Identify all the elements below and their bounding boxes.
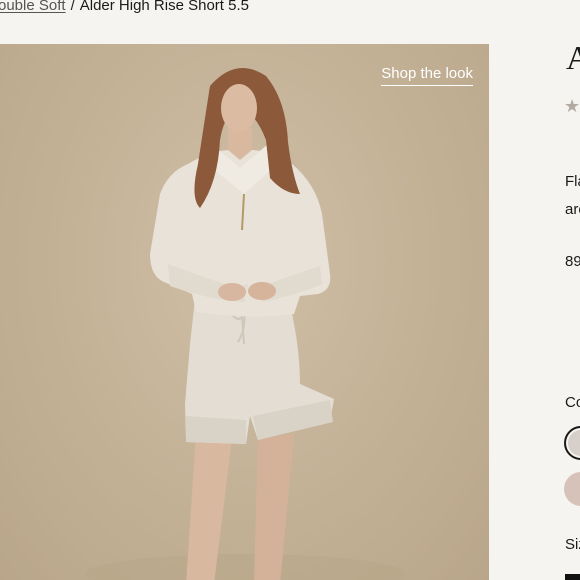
shop-the-look-link[interactable]: Shop the look [381,65,473,86]
model-illustration [85,68,405,580]
product-image[interactable]: Shop the look [0,44,489,580]
breadcrumb: ouble Soft / Alder High Rise Short 5.5 [0,0,249,16]
breadcrumb-separator: / [70,0,75,14]
product-info-panel: A ★ Fla are 89 Co Siz [564,0,580,580]
color-swatch-oatmeal[interactable] [564,426,580,460]
product-price: 89 [565,253,580,270]
color-swatch-blush[interactable] [564,472,580,506]
breadcrumb-current: Alder High Rise Short 5.5 [79,0,249,14]
size-label: Siz [565,536,580,553]
size-option[interactable] [565,574,580,580]
color-label: Co [565,394,580,411]
product-description-line-2: are [565,201,580,218]
product-title: A [566,40,580,77]
product-page: ouble Soft / Alder High Rise Short 5.5 S… [0,0,580,580]
product-description-line-1: Fla [565,173,580,190]
star-icon[interactable]: ★ [564,96,580,117]
breadcrumb-parent-link[interactable]: ouble Soft [0,0,66,14]
